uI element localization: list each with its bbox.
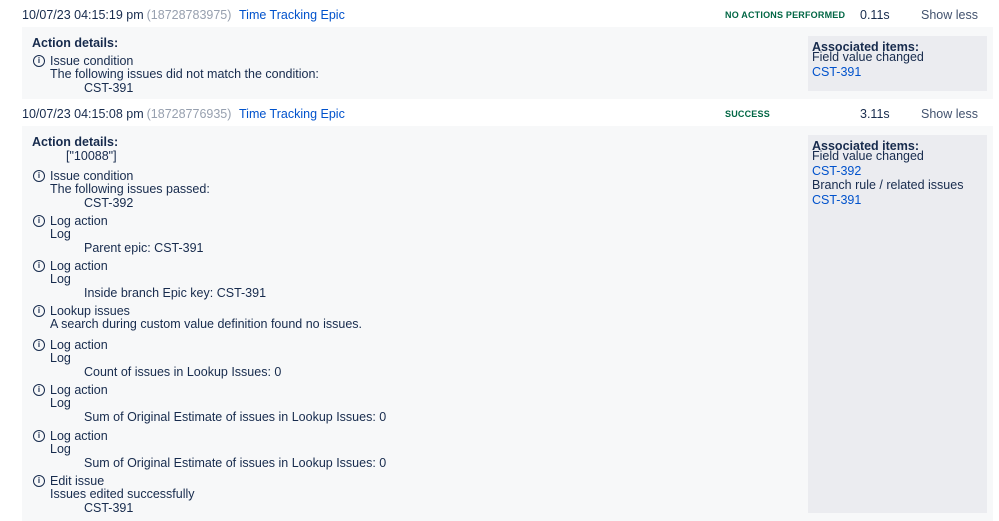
entry-subtext: Log — [50, 396, 71, 410]
execution-id: (18728776935) — [146, 107, 232, 121]
entry-detail: CST-391 — [84, 81, 134, 95]
entry-detail: Inside branch Epic key: CST-391 — [84, 286, 267, 300]
entry-detail: Count of issues in Lookup Issues: 0 — [84, 365, 282, 379]
info-icon: i — [33, 339, 45, 351]
entry-subtext: Log — [50, 272, 71, 286]
entry-subtext: The following issues passed: — [50, 182, 210, 196]
entry-subtext: Log — [50, 351, 71, 365]
show-less-button[interactable]: Show less — [921, 8, 978, 22]
info-icon: i — [33, 384, 45, 396]
entry-heading: Issue condition — [50, 169, 134, 183]
entry-heading: Lookup issues — [50, 304, 130, 318]
show-less-button[interactable]: Show less — [921, 107, 978, 121]
action-details-title: Action details: — [32, 135, 119, 149]
info-icon: i — [33, 305, 45, 317]
associated-items-box: Associated items: Field value changed CS… — [808, 36, 987, 91]
action-payload: ["10088"] — [66, 149, 117, 163]
status-badge: NO ACTIONS PERFORMED — [725, 10, 846, 20]
execution-id: (18728783975) — [146, 8, 232, 22]
entry-heading: Log action — [50, 214, 108, 228]
info-icon: i — [33, 55, 45, 67]
entry-heading: Log action — [50, 429, 108, 443]
entry-subtext: A search during custom value definition … — [50, 317, 362, 331]
associated-items-box: Associated items: Field value changed CS… — [808, 135, 987, 513]
entry-detail: CST-392 — [84, 196, 134, 210]
duration: 3.11s — [860, 107, 890, 121]
execution-row[interactable]: 10/07/23 04:15:19 pm (18728783975) Time T… — [22, 0, 999, 26]
info-icon: i — [33, 475, 45, 487]
entry-subtext: The following issues did not match the c… — [50, 67, 319, 81]
entry-detail: Sum of Original Estimate of issues in Lo… — [84, 456, 387, 470]
issue-link[interactable]: CST-391 — [812, 65, 861, 79]
execution-timestamp: 10/07/23 04:15:19 pm (18728783975) — [22, 8, 232, 22]
entry-detail: CST-391 — [84, 501, 134, 515]
info-icon: i — [33, 260, 45, 272]
issue-link[interactable]: CST-391 — [812, 193, 861, 207]
duration: 0.11s — [860, 8, 890, 22]
associated-group-label: Field value changed — [812, 50, 924, 64]
action-details-title: Action details: — [32, 36, 119, 50]
execution-timestamp: 10/07/23 04:15:08 pm (18728776935) — [22, 107, 232, 121]
entry-subtext: Issues edited successfully — [50, 487, 195, 501]
entry-heading: Edit issue — [50, 474, 105, 488]
status-badge: SUCCESS — [725, 109, 770, 119]
issue-link[interactable]: CST-392 — [812, 164, 861, 178]
execution-row[interactable]: 10/07/23 04:15:08 pm (18728776935) Time T… — [22, 99, 999, 125]
entry-heading: Log action — [50, 338, 108, 352]
entry-detail: Sum of Original Estimate of issues in Lo… — [84, 410, 387, 424]
action-details-panel: Action details: ["10088"] i Issue condit… — [22, 126, 993, 521]
entry-heading: Log action — [50, 259, 108, 273]
rule-name-link[interactable]: Time Tracking Epic — [239, 107, 345, 121]
action-details-panel: Action details: i Issue condition The fo… — [22, 27, 993, 99]
info-icon: i — [33, 170, 45, 182]
entry-heading: Log action — [50, 383, 108, 397]
entry-subtext: Log — [50, 227, 71, 241]
entry-heading: Issue condition — [50, 54, 134, 68]
entry-subtext: Log — [50, 442, 71, 456]
info-icon: i — [33, 215, 45, 227]
entry-detail: Parent epic: CST-391 — [84, 241, 204, 255]
associated-group-label: Field value changed — [812, 149, 924, 163]
info-icon: i — [33, 430, 45, 442]
associated-group-label: Branch rule / related issues — [812, 178, 964, 192]
rule-name-link[interactable]: Time Tracking Epic — [239, 8, 345, 22]
